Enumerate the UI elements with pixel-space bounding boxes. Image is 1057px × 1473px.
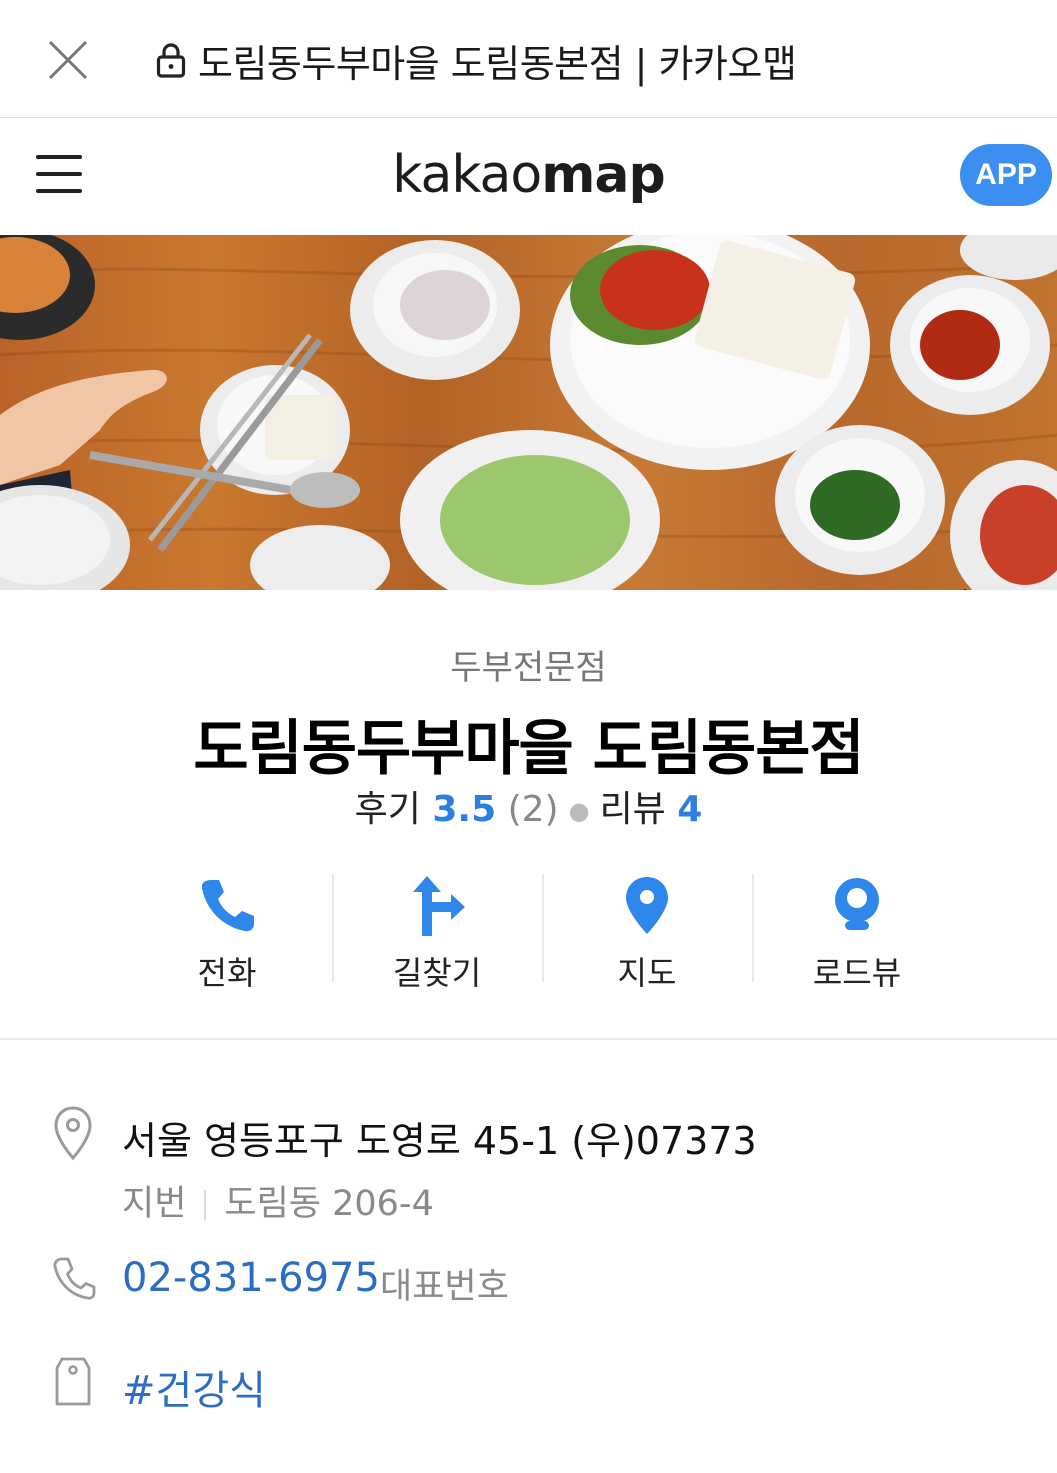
map-button[interactable]: 지도	[542, 868, 752, 992]
url-bar[interactable]: 도림동두부마을 도림동본점 | 카카오맵	[156, 30, 797, 90]
phone-outline-icon	[53, 1257, 96, 1300]
directions-label: 길찾기	[392, 954, 482, 992]
call-label: 전화	[197, 954, 257, 992]
lock-icon	[156, 43, 186, 78]
separator-dot: ●	[568, 797, 590, 825]
roadview-button[interactable]: 로드뷰	[752, 868, 962, 992]
call-button[interactable]: 전화	[122, 868, 332, 992]
logo-text-kakao: kakao	[392, 145, 542, 205]
roadview-label: 로드뷰	[812, 954, 902, 992]
jibun-label: 지번	[122, 1184, 187, 1224]
rating-row: 후기 3.5 (2) ● 리뷰 4	[0, 780, 1057, 832]
location-pin-icon	[54, 1106, 92, 1161]
jibun-row: 지번 도림동 206-4	[122, 1175, 434, 1226]
review-label: 후기	[354, 789, 421, 830]
place-category: 두부전문점	[450, 648, 607, 688]
place-photo[interactable]	[0, 235, 1057, 590]
review-count[interactable]: (2)	[508, 789, 559, 830]
phone-type-label: 대표번호	[380, 1267, 509, 1307]
review-score[interactable]: 3.5	[432, 789, 496, 830]
hashtag-link[interactable]: #건강식	[122, 1358, 266, 1416]
map-pin-icon	[626, 877, 668, 934]
directions-button[interactable]: 길찾기	[332, 868, 542, 992]
phone-icon	[201, 880, 254, 932]
kakaomap-logo[interactable]: kakaomap	[0, 145, 1057, 205]
address-text: 서울 영등포구 도영로 45-1 (우)07373	[122, 1119, 757, 1163]
app-header: kakaomap APP	[0, 119, 1057, 235]
map-label: 지도	[617, 954, 677, 992]
tag-icon	[55, 1357, 91, 1406]
page-title-url: 도림동두부마을 도림동본점 | 카카오맵	[198, 41, 797, 86]
jibun-value: 도림동 206-4	[224, 1184, 434, 1224]
section-divider	[0, 1038, 1057, 1040]
browser-bar: 도림동두부마을 도림동본점 | 카카오맵	[0, 0, 1057, 118]
roadview-icon	[835, 878, 879, 930]
place-name: 도림동두부마을 도림동본점	[193, 714, 864, 784]
blog-review-count[interactable]: 4	[677, 789, 702, 830]
action-bar: 전화 길찾기 지도 로드뷰	[122, 868, 962, 992]
food-table-illustration	[0, 235, 1057, 590]
close-icon[interactable]	[46, 38, 90, 82]
blog-review-label: 리뷰	[599, 789, 666, 830]
logo-text-map: map	[541, 145, 665, 205]
jibun-separator	[204, 1190, 207, 1220]
phone-number-link[interactable]: 02-831-6975	[122, 1255, 380, 1301]
app-button[interactable]: APP	[960, 144, 1052, 206]
directions-icon	[413, 876, 465, 936]
